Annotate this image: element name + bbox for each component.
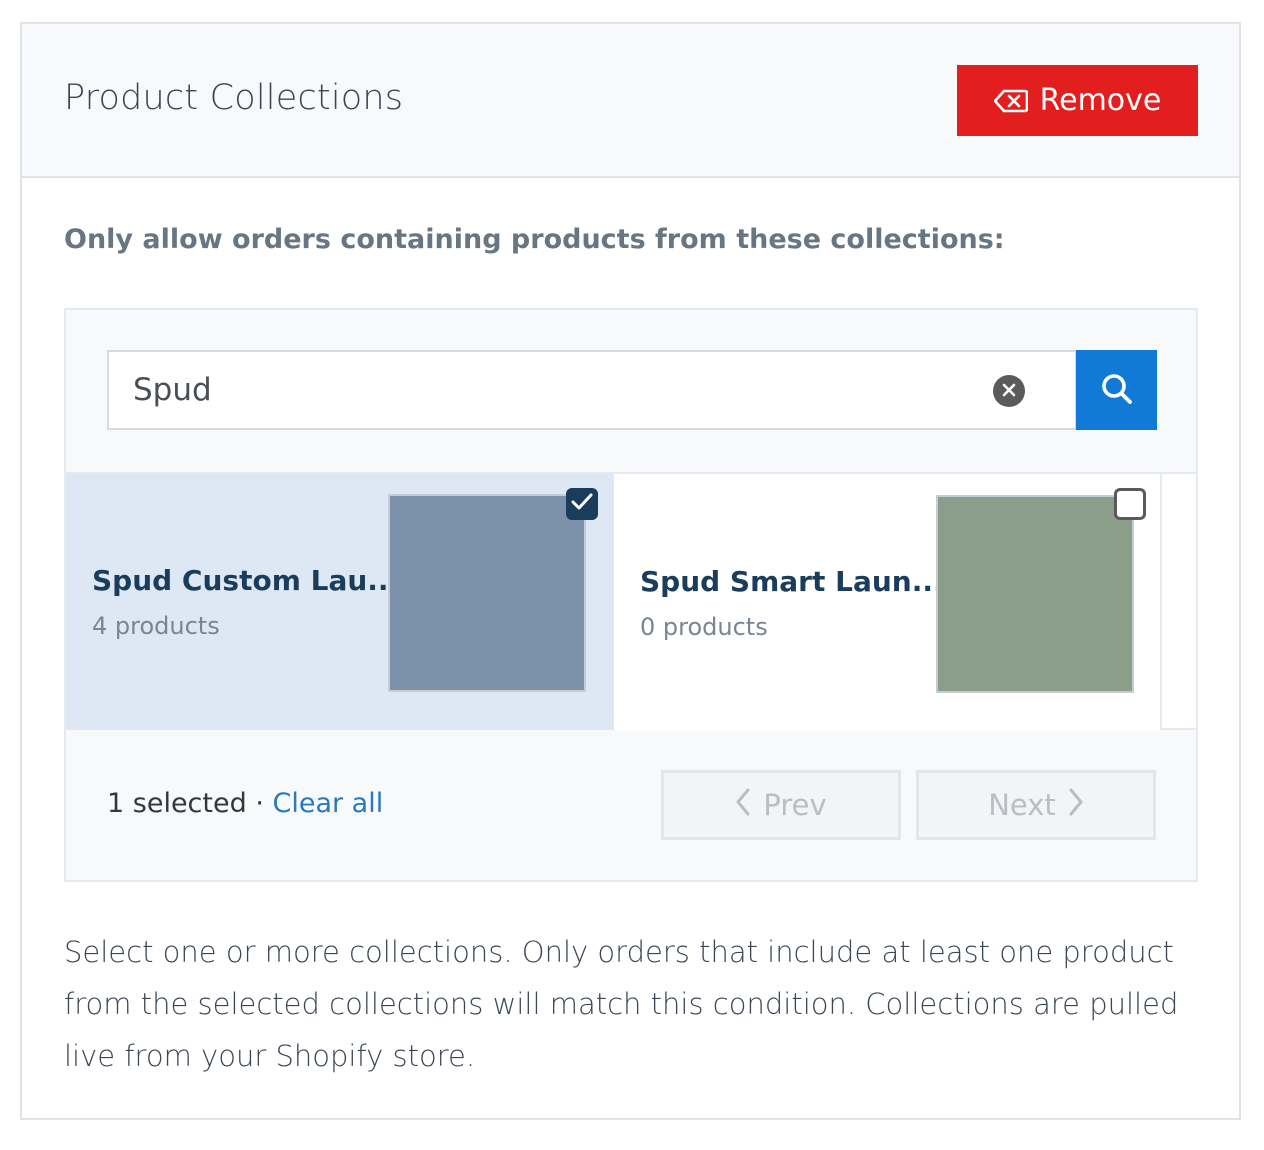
selected-count: 1 selected: [107, 788, 247, 819]
chevron-right-icon: [1068, 788, 1084, 823]
separator-dot: ·: [246, 788, 273, 819]
collection-checkbox[interactable]: [1114, 488, 1146, 520]
prev-button[interactable]: Prev: [661, 770, 901, 840]
card-title: Product Collections: [64, 78, 404, 118]
product-collections-card: Product Collections Remove Only allow or…: [20, 22, 1241, 1120]
help-text: Select one or more collections. Only ord…: [64, 935, 1179, 1073]
search-icon: [1099, 371, 1135, 410]
next-button-label: Next: [988, 788, 1056, 822]
collection-name: Spud Custom Lau...: [92, 564, 400, 597]
next-button[interactable]: Next: [916, 770, 1156, 840]
clear-search-button[interactable]: [993, 375, 1025, 407]
remove-button-label: Remove: [1039, 83, 1162, 118]
collection-grid: Spud Custom Lau... 4 products Spud Smart…: [66, 472, 1196, 730]
section-label: Only allow orders containing products fr…: [64, 224, 1005, 255]
collection-checkbox[interactable]: [566, 488, 598, 520]
collection-tile[interactable]: Spud Smart Laun... 0 products: [614, 474, 1162, 730]
clear-x-icon: [1002, 382, 1016, 401]
prev-button-label: Prev: [763, 788, 827, 822]
clear-all-link[interactable]: Clear all: [272, 788, 383, 819]
card-header: Product Collections Remove: [22, 24, 1239, 178]
checkmark-icon: [571, 493, 593, 515]
collection-image: [388, 494, 586, 692]
collection-tile[interactable]: Spud Custom Lau... 4 products: [66, 474, 614, 730]
remove-button[interactable]: Remove: [957, 65, 1198, 136]
collection-image: [936, 495, 1134, 693]
collection-product-count: 4 products: [92, 612, 220, 640]
backspace-icon: [993, 89, 1028, 113]
collection-product-count: 0 products: [640, 613, 768, 641]
search-input[interactable]: [109, 352, 1075, 428]
selection-summary: 1 selected · Clear all: [107, 788, 383, 819]
picker-footer: 1 selected · Clear all Prev Next: [66, 730, 1196, 880]
collection-picker: Spud Custom Lau... 4 products Spud Smart…: [64, 308, 1198, 882]
collection-name: Spud Smart Laun...: [640, 565, 944, 598]
search-button[interactable]: [1076, 350, 1157, 430]
search-field: [107, 350, 1077, 430]
chevron-left-icon: [735, 788, 751, 823]
